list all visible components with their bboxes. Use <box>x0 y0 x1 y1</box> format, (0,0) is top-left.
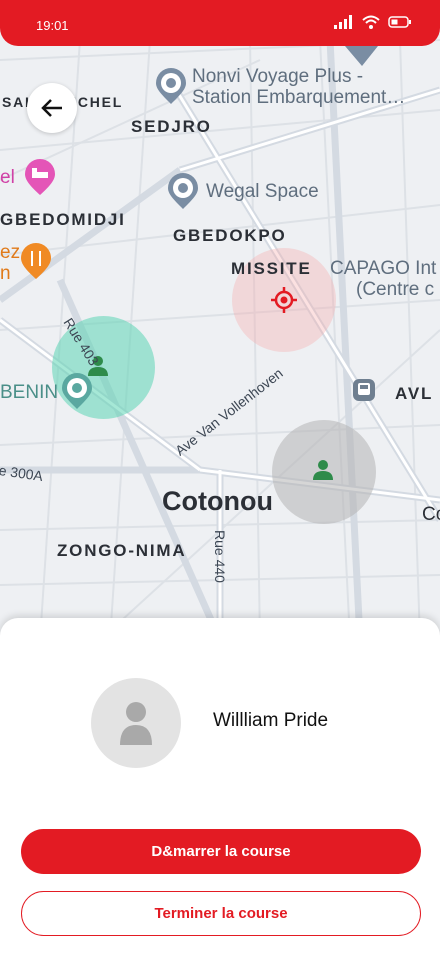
arrow-left-icon <box>41 99 62 117</box>
street-label: Rue 440 <box>212 530 228 583</box>
city-label: Cotonou <box>162 486 273 516</box>
poi-label-benin: BENIN <box>0 382 59 403</box>
ride-bottom-sheet: Willliam Pride D&marrer la course Termin… <box>0 618 440 956</box>
map-pin-icon[interactable] <box>60 372 94 410</box>
poi-label-restaurant: ez n <box>0 242 21 284</box>
end-ride-button[interactable]: Terminer la course <box>21 891 421 936</box>
poi-label-nonvi: Nonvi Voyage Plus - Station Embarquement… <box>192 66 406 108</box>
user-icon <box>120 702 152 745</box>
district-label: SEDJRO <box>131 117 212 136</box>
target-location-icon <box>271 287 297 313</box>
map-pin-icon[interactable] <box>154 67 188 105</box>
signal-icon <box>334 15 352 29</box>
battery-icon <box>388 16 411 28</box>
status-bar: 19:01 <box>0 0 440 46</box>
district-label: GBEDOKPO <box>173 226 287 245</box>
avatar <box>91 678 181 768</box>
hotel-pin-icon[interactable] <box>22 158 58 196</box>
start-ride-button[interactable]: D&marrer la course <box>21 829 421 874</box>
district-label: AVL <box>395 384 434 403</box>
bus-stop-icon[interactable] <box>352 378 376 402</box>
driver-name: Willliam Pride <box>213 710 329 731</box>
district-label: MISSITE <box>231 259 312 278</box>
passenger-person-icon <box>313 460 333 480</box>
status-time: 19:01 <box>36 18 69 33</box>
poi-label-hotel: el <box>0 167 15 188</box>
poi-label-wegal: Wegal Space <box>206 181 319 202</box>
restaurant-pin-icon[interactable] <box>18 242 54 280</box>
poi-label-capago: CAPAGO Int (Centre c <box>330 258 437 300</box>
district-label: GBEDOMIDJI <box>0 210 126 229</box>
wifi-icon <box>362 15 380 29</box>
back-button[interactable] <box>27 83 77 133</box>
map-pin-icon[interactable] <box>166 172 200 210</box>
status-icons <box>334 15 412 29</box>
district-label: ZONGO-NIMA <box>57 541 187 560</box>
poi-label-co: Co <box>422 504 440 525</box>
